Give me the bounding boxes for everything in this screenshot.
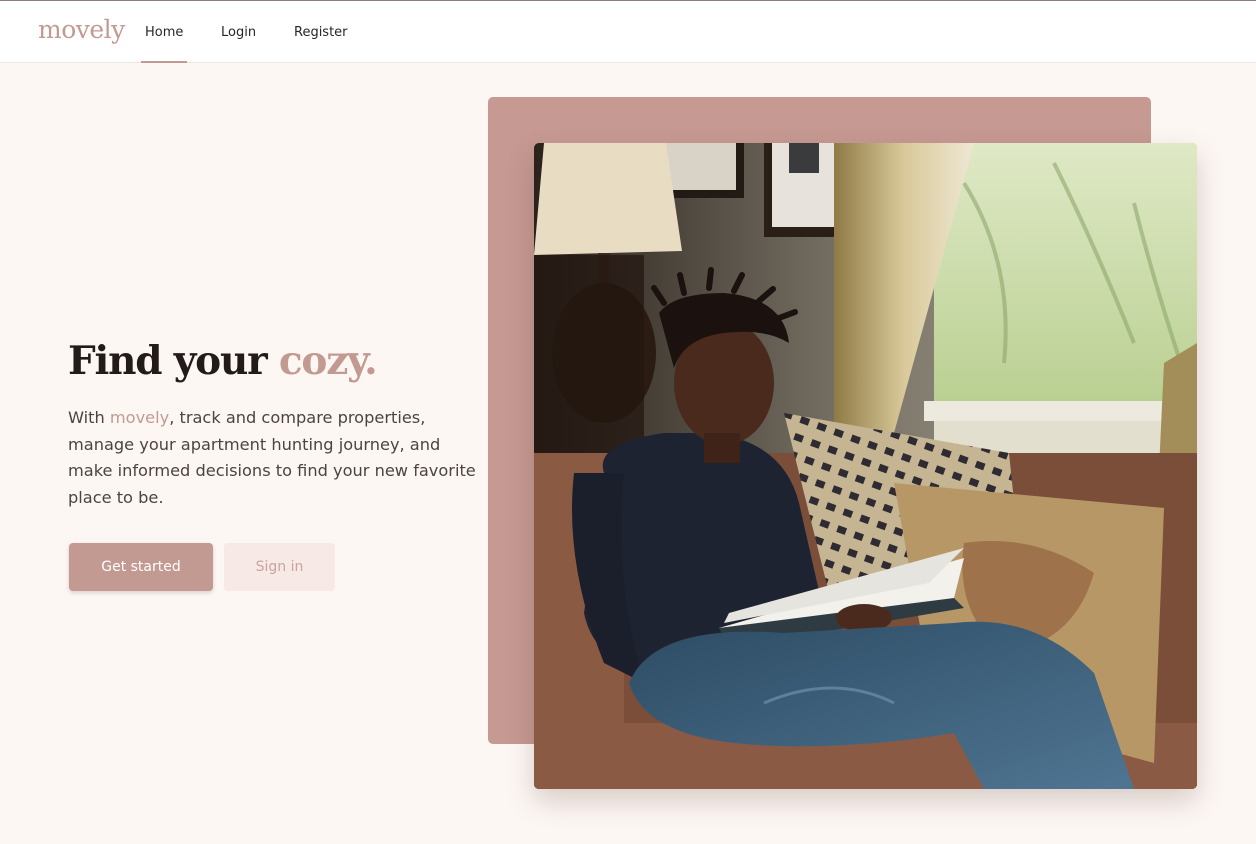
hero-photo xyxy=(534,143,1197,789)
get-started-button[interactable]: Get started xyxy=(69,543,213,591)
nav-register-link[interactable]: Register xyxy=(294,25,348,40)
nav-login-link[interactable]: Login xyxy=(221,25,256,40)
headline-accent: cozy. xyxy=(278,338,378,384)
headline-prefix: Find your xyxy=(68,338,279,384)
nav-home-link[interactable]: Home xyxy=(145,25,183,40)
logo[interactable]: movely xyxy=(38,15,125,44)
sign-in-button[interactable]: Sign in xyxy=(224,543,335,591)
description-brand: movely xyxy=(109,408,170,427)
description-prefix: With xyxy=(68,408,110,427)
hero-description: With movely, track and compare propertie… xyxy=(68,405,480,511)
hero-headline: Find your cozy. xyxy=(68,338,378,384)
hero-photo-illustration xyxy=(534,143,1197,789)
nav-active-indicator xyxy=(141,61,187,63)
top-navbar: movely Home Login Register xyxy=(0,0,1256,63)
